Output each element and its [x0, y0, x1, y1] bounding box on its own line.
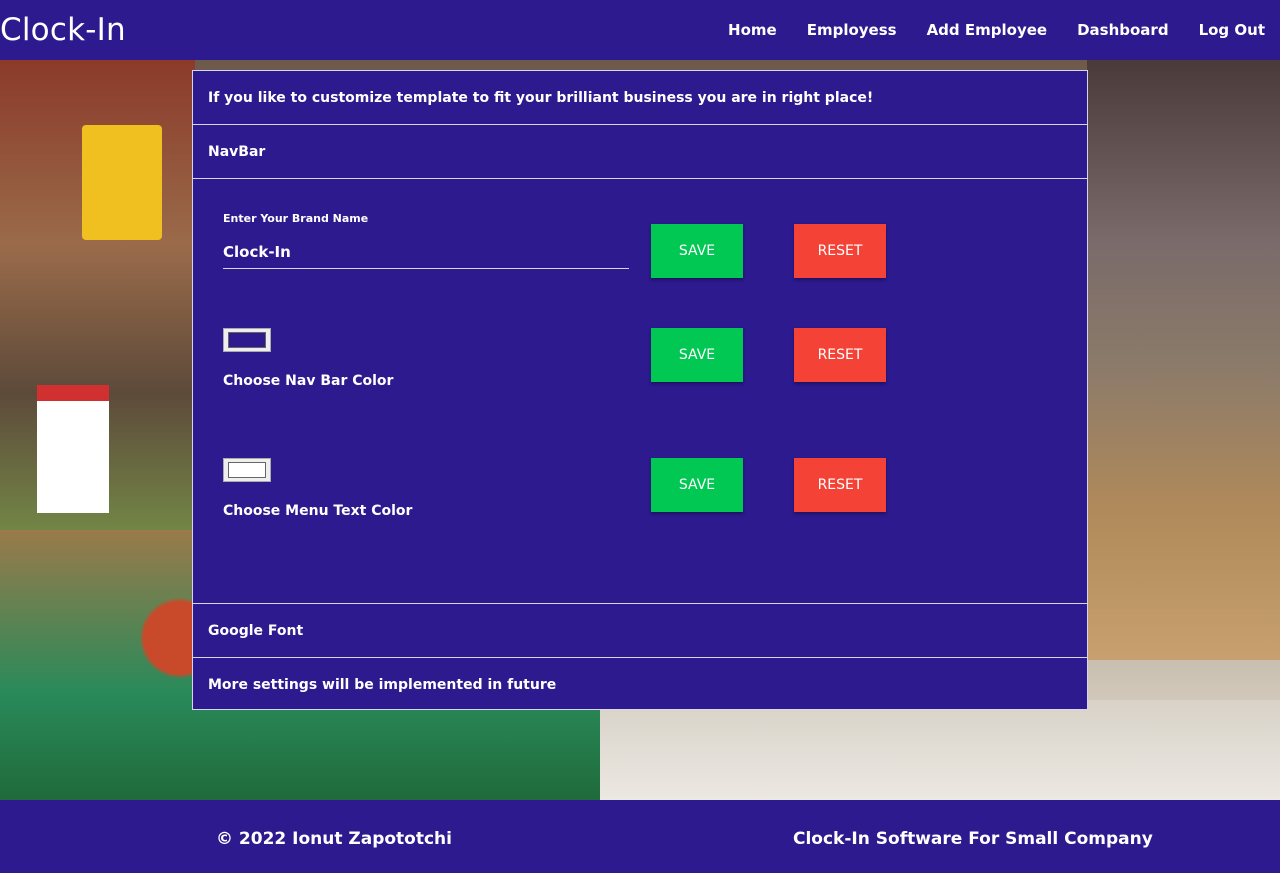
save-nav-color-button[interactable]: SAVE: [651, 328, 743, 382]
nav-logout-link[interactable]: Log Out: [1199, 21, 1265, 39]
intro-text: If you like to customize template to fit…: [193, 71, 1087, 125]
nav-dashboard-link[interactable]: Dashboard: [1077, 21, 1168, 39]
background-save-sign: [37, 385, 109, 513]
nav-employees-link[interactable]: Employess: [807, 21, 897, 39]
nav-add-employee-link[interactable]: Add Employee: [927, 21, 1048, 39]
more-settings-text: More settings will be implemented in fut…: [208, 676, 557, 693]
save-brand-button[interactable]: SAVE: [651, 224, 743, 278]
nav-color-label: Choose Nav Bar Color: [223, 373, 394, 389]
brand-name-label: Enter Your Brand Name: [223, 212, 369, 225]
brand-logo[interactable]: Clock-In: [0, 12, 126, 48]
footer-copyright: © 2022 Ionut Zapototchi: [216, 829, 452, 849]
menu-text-color-label: Choose Menu Text Color: [223, 503, 413, 519]
nav-color-swatch: [228, 332, 266, 348]
nav-links: Home Employess Add Employee Dashboard Lo…: [698, 21, 1265, 39]
background-right-shelf: [1087, 60, 1280, 660]
footer: © 2022 Ionut Zapototchi Clock-In Softwar…: [0, 800, 1280, 873]
menu-text-color-swatch: [228, 462, 266, 478]
navbar: Clock-In Home Employess Add Employee Das…: [0, 0, 1280, 60]
navbar-section-header[interactable]: NavBar: [193, 125, 1087, 179]
navbar-settings-body: Enter Your Brand Name SAVE RESET Choose …: [193, 179, 1087, 604]
nav-color-picker[interactable]: [223, 328, 271, 352]
settings-panel: If you like to customize template to fit…: [192, 70, 1088, 710]
nav-home-link[interactable]: Home: [728, 21, 777, 39]
menu-text-color-picker[interactable]: [223, 458, 271, 482]
reset-brand-button[interactable]: RESET: [794, 224, 886, 278]
reset-nav-color-button[interactable]: RESET: [794, 328, 886, 382]
google-font-section-header[interactable]: Google Font: [193, 604, 1087, 658]
reset-menu-text-color-button[interactable]: RESET: [794, 458, 886, 512]
footer-tagline: Clock-In Software For Small Company: [793, 829, 1153, 849]
brand-name-input[interactable]: [223, 235, 629, 269]
background-price-sign: [82, 125, 162, 240]
save-menu-text-color-button[interactable]: SAVE: [651, 458, 743, 512]
background-floor: [580, 700, 1280, 800]
